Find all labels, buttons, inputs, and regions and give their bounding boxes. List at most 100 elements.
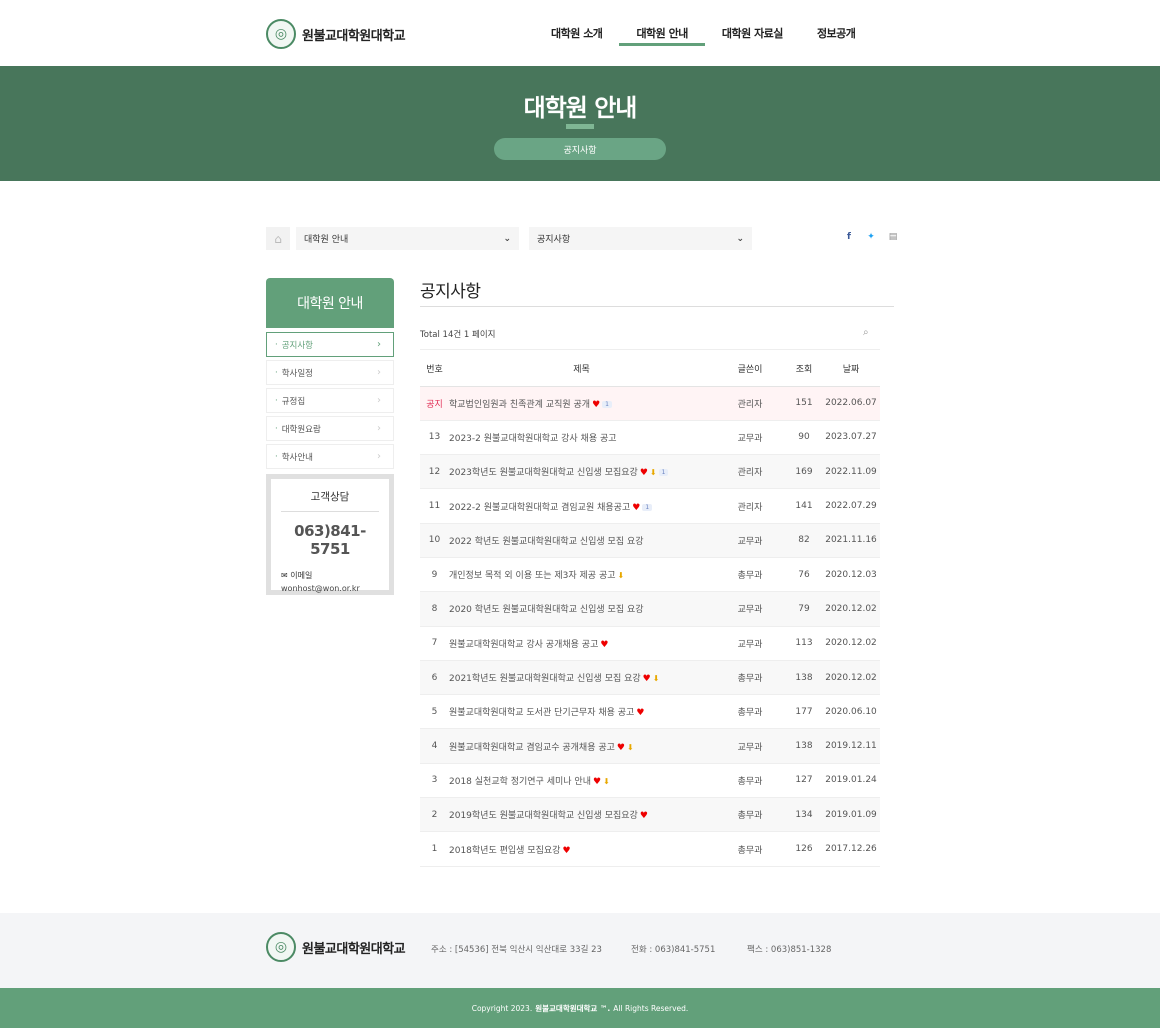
row-date: 2022.11.09 (822, 454, 880, 490)
row-subject[interactable]: 2022 학년도 원불교대학원대학교 신입생 모집 요강 (449, 523, 714, 558)
heart-icon: ♥ (636, 708, 645, 719)
row-subject[interactable]: 2021학년도 원불교대학원대학교 신입생 모집 요강 ♥ ⬇ (449, 660, 714, 696)
nav-item-disclosure[interactable]: 정보공개 (800, 0, 872, 66)
copyright: Copyright 2023. 원불교대학원대학교 ™. All Rights Re… (0, 988, 1160, 1028)
sidebar-item-handbook[interactable]: · 대학원요람 › (266, 416, 394, 441)
facebook-icon[interactable]: f (843, 232, 855, 242)
row-subject[interactable]: 학교법인임원과 친족관계 교직원 공개 ♥ 1 (449, 386, 714, 421)
search-icon[interactable]: ⌕ (863, 327, 869, 338)
print-icon[interactable]: ▤ (887, 232, 899, 242)
table-row[interactable]: 2 2019학년도 원불교대학원대학교 신입생 모집요강 ♥ 총무과 134 2019.0… (420, 797, 880, 833)
row-subject[interactable]: 2018 실천교학 정기연구 세미나 안내 ♥ ⬇ (449, 763, 714, 799)
sidebar-item-notice[interactable]: · 공지사항 › (266, 332, 394, 357)
row-subject[interactable]: 원불교대학원대학교 강사 공개채용 공고 ♥ (449, 626, 714, 661)
footer-fax: 팩스 : 063)851-1328 (747, 945, 832, 955)
row-writer: 교무과 (714, 626, 786, 661)
row-hit: 138 (786, 728, 822, 764)
row-hit: 177 (786, 694, 822, 730)
row-subject[interactable]: 2018학년도 편입생 모집요강 ♥ (449, 831, 714, 867)
row-subject-link[interactable]: 2021학년도 원불교대학원대학교 신입생 모집 요강 (449, 674, 641, 684)
row-date: 2019.01.24 (822, 763, 880, 799)
sidebar-item-rules[interactable]: · 규정집 › (266, 388, 394, 413)
row-hit: 127 (786, 763, 822, 799)
row-hit: 151 (786, 386, 822, 421)
nav-item-guide[interactable]: 대학원 안내 (619, 0, 706, 66)
download-icon: ⬇ (603, 776, 610, 786)
table-row[interactable]: 9 개인정보 목적 외 이용 또는 제3자 제공 공고 ⬇ 총무과 76 2020.12.… (420, 557, 880, 593)
row-subject[interactable]: 2023학년도 원불교대학원대학교 신입생 모집요강 ♥ ⬇ 1 (449, 454, 714, 490)
row-date: 2019.01.09 (822, 797, 880, 833)
table-row[interactable]: 6 2021학년도 원불교대학원대학교 신입생 모집 요강 ♥ ⬇ 총무과 138 2020… (420, 660, 880, 696)
row-date: 2017.12.26 (822, 831, 880, 867)
heart-icon: ♥ (616, 742, 625, 753)
customer-service-box: 고객상담 063)841-5751 ✉ 이메일 wonhost@won.or.k… (266, 474, 394, 595)
twitter-icon[interactable]: ✦ (865, 232, 877, 242)
nav-item-intro[interactable]: 대학원 소개 (534, 0, 619, 66)
row-subject-link[interactable]: 원불교대학원대학교 도서관 단기근무자 채용 공고 (449, 708, 634, 718)
row-subject-link[interactable]: 2019학년도 원불교대학원대학교 신입생 모집요강 (449, 811, 638, 821)
table-row[interactable]: 13 2023-2 원불교대학원대학교 강사 채용 공고 교무과 90 2023.07.… (420, 420, 880, 456)
row-subject[interactable]: 원불교대학원대학교 도서관 단기근무자 채용 공고 ♥ (449, 694, 714, 730)
table-row[interactable]: 8 2020 학년도 원불교대학원대학교 신입생 모집 요강 교무과 79 2020.1… (420, 591, 880, 627)
row-num: 4 (420, 728, 449, 764)
sidebar-item-academic[interactable]: · 학사안내 › (266, 444, 394, 469)
location-select-1[interactable]: 대학원 안내 ⌄ (296, 227, 519, 250)
row-subject-link[interactable]: 2022-2 원불교대학원대학교 겸임교원 채용공고 (449, 503, 630, 513)
row-num: 9 (420, 557, 449, 593)
nav-item-archive[interactable]: 대학원 자료실 (705, 0, 800, 66)
row-subject[interactable]: 개인정보 목적 외 이용 또는 제3자 제공 공고 ⬇ (449, 557, 714, 593)
row-subject[interactable]: 2019학년도 원불교대학원대학교 신입생 모집요강 ♥ (449, 797, 714, 833)
row-num: 10 (420, 523, 449, 558)
row-num: 12 (420, 454, 449, 490)
row-num: 3 (420, 763, 449, 799)
heart-icon: ♥ (593, 776, 602, 787)
main-nav: 대학원 소개 대학원 안내 대학원 자료실 정보공개 (534, 0, 872, 66)
location-select-1-value: 대학원 안내 (304, 235, 349, 245)
location-select-2[interactable]: 공지사항 ⌄ (529, 227, 752, 250)
table-row[interactable]: 10 2022 학년도 원불교대학원대학교 신입생 모집 요강 교무과 82 2021.… (420, 523, 880, 558)
row-writer: 교무과 (714, 523, 786, 558)
site-logo[interactable]: ◎ 원불교대학원대학교 (266, 19, 406, 49)
chevron-right-icon: › (377, 367, 381, 378)
home-icon[interactable]: ⌂ (266, 227, 290, 250)
row-hit: 79 (786, 591, 822, 627)
table-row[interactable]: 3 2018 실천교학 정기연구 세미나 안내 ♥ ⬇ 총무과 127 2019.01.24 (420, 763, 880, 799)
table-row[interactable]: 5 원불교대학원대학교 도서관 단기근무자 채용 공고 ♥ 총무과 177 2020.06… (420, 694, 880, 730)
row-subject-link[interactable]: 2023학년도 원불교대학원대학교 신입생 모집요강 (449, 468, 638, 478)
col-header-hit[interactable]: 조회 (786, 351, 822, 387)
row-date: 2022.07.29 (822, 488, 880, 524)
logo-text: 원불교대학원대학교 (302, 28, 406, 44)
col-header-writer[interactable]: 글쓴이 (714, 351, 786, 387)
row-num: 8 (420, 591, 449, 627)
table-row[interactable]: 7 원불교대학원대학교 강사 공개채용 공고 ♥ 교무과 113 2020.12.02 (420, 626, 880, 661)
row-date: 2020.12.02 (822, 591, 880, 627)
table-row[interactable]: 4 원불교대학원대학교 겸임교수 공개채용 공고 ♥ ⬇ 교무과 138 2019.12.1… (420, 728, 880, 764)
row-date: 2020.06.10 (822, 694, 880, 730)
col-header-date[interactable]: 날짜 (822, 351, 880, 387)
row-subject-link[interactable]: 2023-2 원불교대학원대학교 강사 채용 공고 (449, 434, 617, 444)
row-subject-link[interactable]: 원불교대학원대학교 강사 공개채용 공고 (449, 640, 598, 650)
row-subject-link[interactable]: 2018학년도 편입생 모집요강 (449, 846, 560, 856)
row-subject[interactable]: 2023-2 원불교대학원대학교 강사 채용 공고 (449, 420, 714, 456)
row-writer: 관리자 (714, 488, 786, 524)
heart-icon: ♥ (642, 674, 651, 685)
row-subject-link[interactable]: 원불교대학원대학교 겸임교수 공개채용 공고 (449, 743, 615, 753)
table-row[interactable]: 1 2018학년도 편입생 모집요강 ♥ 총무과 126 2017.12.26 (420, 831, 880, 867)
table-row[interactable]: 12 2023학년도 원불교대학원대학교 신입생 모집요강 ♥ ⬇ 1 관리자 169 202… (420, 454, 880, 490)
heart-icon: ♥ (632, 502, 641, 513)
row-subject-link[interactable]: 개인정보 목적 외 이용 또는 제3자 제공 공고 (449, 571, 616, 581)
row-subject-link[interactable]: 2020 학년도 원불교대학원대학교 신입생 모집 요강 (449, 605, 644, 615)
sidebar-item-schedule[interactable]: · 학사일정 › (266, 360, 394, 385)
row-subject[interactable]: 2020 학년도 원불교대학원대학교 신입생 모집 요강 (449, 591, 714, 627)
row-subject[interactable]: 2022-2 원불교대학원대학교 겸임교원 채용공고 ♥ 1 (449, 488, 714, 524)
table-row[interactable]: 11 2022-2 원불교대학원대학교 겸임교원 채용공고 ♥ 1 관리자 141 2022… (420, 488, 880, 524)
chevron-down-icon: ⌄ (503, 233, 511, 244)
cs-mail[interactable]: wonhost@won.or.kr (281, 584, 379, 593)
row-num: 공지 (420, 386, 449, 421)
table-header-row: 번호 제목 글쓴이 조회 날짜 (420, 351, 880, 387)
row-subject-link[interactable]: 학교법인임원과 친족관계 교직원 공개 (449, 400, 590, 410)
row-subject-link[interactable]: 2018 실천교학 정기연구 세미나 안내 (449, 777, 591, 787)
table-row[interactable]: 공지 학교법인임원과 친족관계 교직원 공개 ♥ 1 관리자 151 2022.06.07 (420, 386, 880, 421)
row-subject-link[interactable]: 2022 학년도 원불교대학원대학교 신입생 모집 요강 (449, 537, 644, 547)
row-subject[interactable]: 원불교대학원대학교 겸임교수 공개채용 공고 ♥ ⬇ (449, 728, 714, 764)
